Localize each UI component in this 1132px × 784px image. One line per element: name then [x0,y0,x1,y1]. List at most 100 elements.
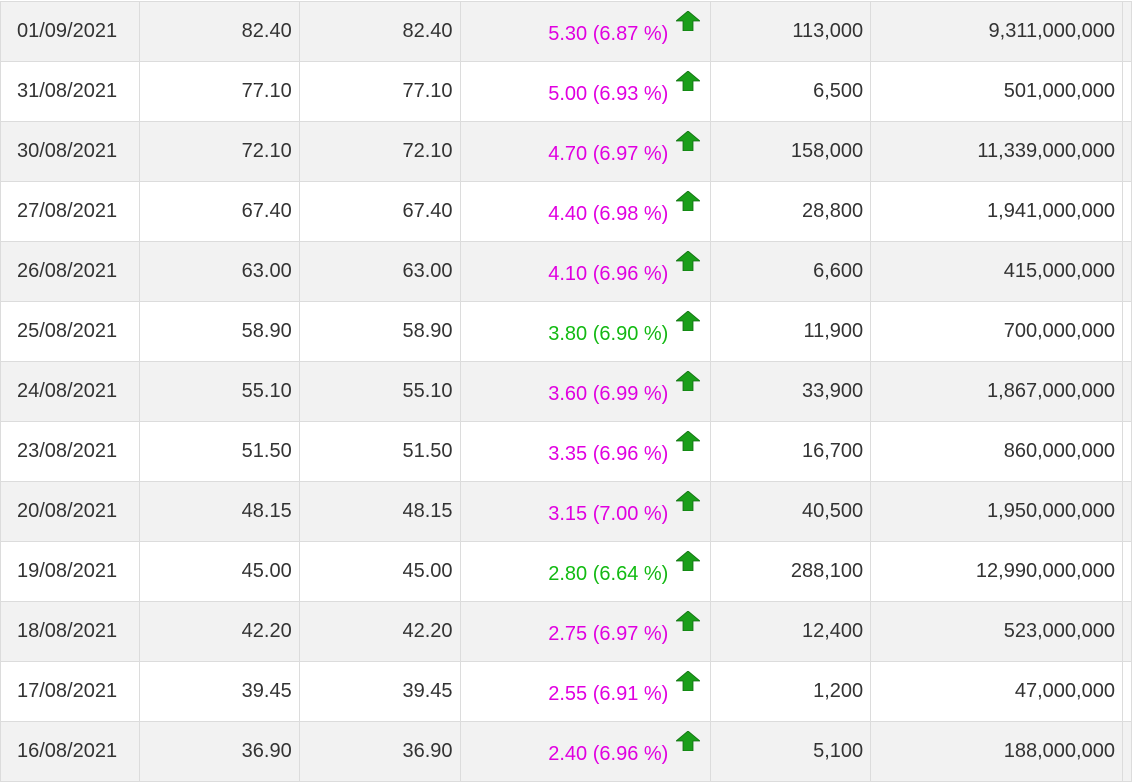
row-edge-cell [1121,721,1132,782]
value-cell: 860,000,000 [870,421,1123,482]
close-price-cell: 45.00 [138,541,300,602]
row-edge-cell [1121,301,1132,362]
table-row: 30/08/2021 72.10 72.10 4.70 (6.97 %) 158… [0,121,1132,182]
date-cell: 25/08/2021 [0,301,140,362]
date-cell: 23/08/2021 [0,421,140,482]
table-row: 16/08/2021 36.90 36.90 2.40 (6.96 %) 5,1… [0,721,1132,782]
close-price-cell: 55.10 [138,361,300,422]
volume-cell: 6,600 [710,241,872,302]
change-value: 4.10 (6.96 %) [548,263,669,285]
arrow-up-icon [675,730,702,752]
arrow-up-icon [675,430,702,452]
volume-cell: 158,000 [710,121,872,182]
row-edge-cell [1121,661,1132,722]
close-price-cell: 63.00 [138,241,300,302]
volume-cell: 33,900 [710,361,872,422]
reference-price-cell: 36.90 [298,721,461,782]
volume-cell: 12,400 [710,601,872,662]
arrow-up-icon [675,550,702,572]
arrow-up-icon [675,70,702,92]
value-cell: 1,950,000,000 [870,481,1123,542]
date-cell: 18/08/2021 [0,601,140,662]
value-cell: 11,339,000,000 [870,121,1123,182]
reference-price-cell: 77.10 [298,61,461,122]
date-cell: 24/08/2021 [0,361,140,422]
date-cell: 19/08/2021 [0,541,140,602]
change-cell: 5.00 (6.93 %) [459,61,712,122]
close-price-cell: 36.90 [138,721,300,782]
row-edge-cell [1121,121,1132,182]
value-cell: 12,990,000,000 [870,541,1123,602]
value-cell: 47,000,000 [870,661,1123,722]
date-cell: 16/08/2021 [0,721,140,782]
value-cell: 188,000,000 [870,721,1123,782]
change-cell: 4.40 (6.98 %) [459,181,712,242]
close-price-cell: 77.10 [138,61,300,122]
change-value: 4.70 (6.97 %) [548,143,669,165]
volume-cell: 6,500 [710,61,872,122]
volume-cell: 288,100 [710,541,872,602]
value-cell: 1,867,000,000 [870,361,1123,422]
change-cell: 2.75 (6.97 %) [459,601,712,662]
reference-price-cell: 39.45 [298,661,461,722]
table-row: 25/08/2021 58.90 58.90 3.80 (6.90 %) 11,… [0,301,1132,362]
close-price-cell: 39.45 [138,661,300,722]
row-edge-cell [1121,601,1132,662]
reference-price-cell: 63.00 [298,241,461,302]
price-history-table: 01/09/2021 82.40 82.40 5.30 (6.87 %) 113… [0,1,1132,782]
price-history-container: 01/09/2021 82.40 82.40 5.30 (6.87 %) 113… [0,0,1132,784]
change-value: 3.15 (7.00 %) [548,503,669,525]
value-cell: 9,311,000,000 [870,1,1123,62]
reference-price-cell: 82.40 [298,1,461,62]
row-edge-cell [1121,61,1132,122]
reference-price-cell: 55.10 [298,361,461,422]
value-cell: 501,000,000 [870,61,1123,122]
volume-cell: 113,000 [710,1,872,62]
table-row: 24/08/2021 55.10 55.10 3.60 (6.99 %) 33,… [0,361,1132,422]
reference-price-cell: 67.40 [298,181,461,242]
table-row: 23/08/2021 51.50 51.50 3.35 (6.96 %) 16,… [0,421,1132,482]
date-cell: 20/08/2021 [0,481,140,542]
volume-cell: 40,500 [710,481,872,542]
close-price-cell: 42.20 [138,601,300,662]
reference-price-cell: 45.00 [298,541,461,602]
change-value: 3.80 (6.90 %) [548,323,669,345]
reference-price-cell: 72.10 [298,121,461,182]
volume-cell: 1,200 [710,661,872,722]
date-cell: 26/08/2021 [0,241,140,302]
value-cell: 1,941,000,000 [870,181,1123,242]
reference-price-cell: 42.20 [298,601,461,662]
price-history-rows: 01/09/2021 82.40 82.40 5.30 (6.87 %) 113… [0,1,1132,782]
row-edge-cell [1121,541,1132,602]
arrow-up-icon [675,490,702,512]
arrow-up-icon [675,190,702,212]
value-cell: 523,000,000 [870,601,1123,662]
volume-cell: 28,800 [710,181,872,242]
reference-price-cell: 48.15 [298,481,461,542]
volume-cell: 16,700 [710,421,872,482]
row-edge-cell [1121,241,1132,302]
close-price-cell: 82.40 [138,1,300,62]
change-value: 5.30 (6.87 %) [548,23,669,45]
close-price-cell: 72.10 [138,121,300,182]
change-cell: 2.40 (6.96 %) [459,721,712,782]
value-cell: 415,000,000 [870,241,1123,302]
reference-price-cell: 58.90 [298,301,461,362]
table-row: 31/08/2021 77.10 77.10 5.00 (6.93 %) 6,5… [0,61,1132,122]
table-row: 27/08/2021 67.40 67.40 4.40 (6.98 %) 28,… [0,181,1132,242]
change-value: 2.80 (6.64 %) [548,563,669,585]
change-cell: 2.55 (6.91 %) [459,661,712,722]
table-row: 26/08/2021 63.00 63.00 4.10 (6.96 %) 6,6… [0,241,1132,302]
change-cell: 4.70 (6.97 %) [459,121,712,182]
table-row: 20/08/2021 48.15 48.15 3.15 (7.00 %) 40,… [0,481,1132,542]
change-value: 2.75 (6.97 %) [548,623,669,645]
change-cell: 3.80 (6.90 %) [459,301,712,362]
change-cell: 2.80 (6.64 %) [459,541,712,602]
change-value: 2.40 (6.96 %) [548,743,669,765]
change-value: 5.00 (6.93 %) [548,83,669,105]
change-value: 3.35 (6.96 %) [548,443,669,465]
arrow-up-icon [675,370,702,392]
change-cell: 3.15 (7.00 %) [459,481,712,542]
close-price-cell: 51.50 [138,421,300,482]
row-edge-cell [1121,421,1132,482]
